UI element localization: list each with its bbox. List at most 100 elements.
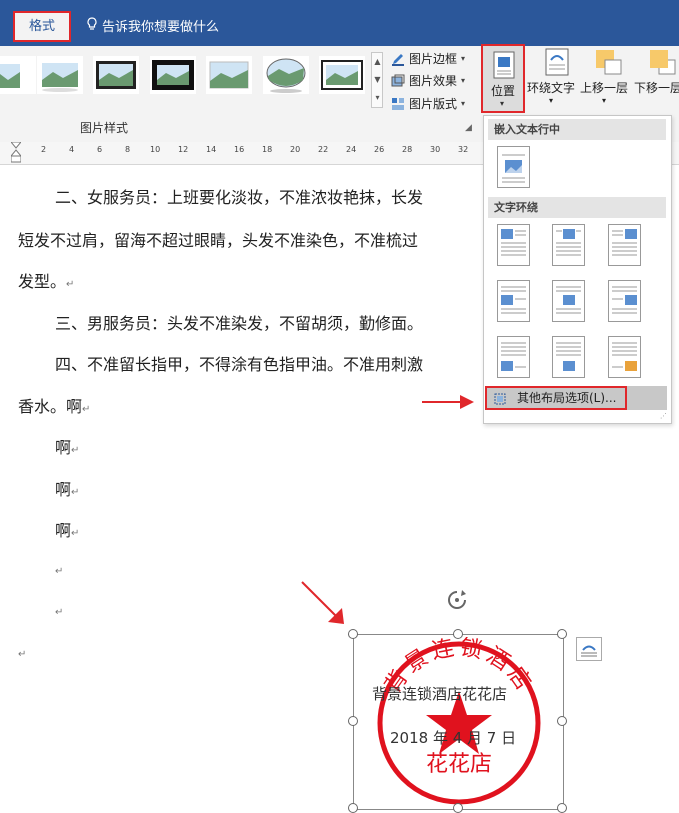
position-dropdown-panel: 嵌入文本行中 文字环绕 ⋰ — [483, 115, 672, 424]
image-caption-line1: 背景连锁酒店花花店 — [372, 685, 508, 703]
ruler-tick: 22 — [318, 145, 329, 154]
dropdown-arrow-icon: ▾ — [500, 99, 505, 108]
dropdown-arrow-icon: ▾ — [549, 96, 554, 105]
more-layout-options-item[interactable]: 其他布局选项(L)... — [485, 386, 627, 410]
doc-paragraph-line: 啊↵ — [55, 480, 80, 499]
resize-handle[interactable] — [557, 803, 567, 813]
resize-handle[interactable] — [348, 716, 358, 726]
wrap-text-label: 环绕文字 — [527, 81, 576, 95]
inline-position-option[interactable] — [497, 146, 530, 188]
ruler-tick: 26 — [374, 145, 385, 154]
resize-handle[interactable] — [557, 716, 567, 726]
resize-handle[interactable] — [453, 803, 463, 813]
bring-forward-label: 上移一层 — [580, 81, 629, 95]
picture-style-5[interactable] — [206, 56, 252, 94]
picture-border-button[interactable]: 图片边框 ▾ — [391, 50, 465, 67]
resize-handle[interactable] — [453, 629, 463, 639]
position-middle-left[interactable] — [497, 280, 530, 322]
picture-style-2[interactable] — [37, 56, 83, 94]
gallery-more-icon[interactable]: ▾ — [373, 89, 382, 106]
wrap-layout-icon — [581, 645, 597, 657]
paragraph-mark: ↵ — [66, 279, 75, 290]
tell-me-search[interactable]: 告诉我你想要做什么 — [86, 16, 219, 35]
bring-forward-button[interactable]: 上移一层 ▾ — [580, 48, 628, 105]
picture-style-1[interactable] — [0, 56, 36, 94]
doc-paragraph-line: 啊↵ — [55, 438, 80, 457]
send-backward-icon — [642, 48, 679, 79]
paragraph-mark: ↵ — [71, 445, 80, 456]
selected-image[interactable]: 背景连锁酒店 花花店 背景连锁酒店花花店 2018 年 4 月 7 日 — [348, 629, 567, 813]
paragraph-mark: ↵ — [55, 566, 64, 577]
position-button[interactable]: 位置 ▾ — [481, 44, 525, 113]
layout-options-icon — [493, 392, 507, 412]
position-label: 位置 — [490, 84, 515, 98]
send-backward-label: 下移一层 — [633, 81, 679, 95]
ruler-tick: 6 — [97, 145, 103, 154]
inline-with-text-header: 嵌入文本行中 — [488, 119, 666, 140]
position-middle-right[interactable] — [608, 280, 641, 322]
ruler-tick: 10 — [150, 145, 161, 154]
pencil-icon — [391, 52, 405, 66]
picture-effects-label: 图片效果 — [409, 74, 458, 88]
gallery-up-icon[interactable]: ▲ — [373, 53, 382, 70]
ruler-tick: 16 — [234, 145, 245, 154]
picture-style-4[interactable] — [150, 56, 196, 94]
paragraph-mark: ↵ — [71, 528, 80, 539]
position-top-left[interactable] — [497, 224, 530, 266]
doc-paragraph-line: 二、女服务员：上班要化淡妆，不准浓妆艳抹，长发 — [55, 188, 424, 207]
wrap-text-header: 文字环绕 — [488, 197, 666, 218]
rotate-handle-icon[interactable] — [445, 588, 469, 616]
effects-icon — [391, 74, 405, 88]
ruler-tick: 32 — [458, 145, 469, 154]
more-layout-options-label: 其他布局选项(L)... — [517, 391, 617, 405]
position-bottom-center[interactable] — [552, 336, 585, 378]
indent-marker-icon[interactable] — [9, 141, 23, 168]
ruler-tick: 12 — [178, 145, 189, 154]
resize-handle[interactable] — [348, 803, 358, 813]
position-middle-center[interactable] — [552, 280, 585, 322]
position-top-center[interactable] — [552, 224, 585, 266]
ruler-tick: 20 — [290, 145, 301, 154]
layout-options-button[interactable] — [576, 637, 602, 661]
ruler-tick: 14 — [206, 145, 217, 154]
ruler-tick: 28 — [402, 145, 413, 154]
doc-paragraph-line: 四、不准留长指甲，不得涂有色指甲油。不准用刺激 — [55, 355, 424, 374]
position-bottom-right[interactable] — [608, 336, 641, 378]
ruler-tick: 18 — [262, 145, 273, 154]
dropdown-arrow-icon: ▾ — [461, 54, 466, 63]
paragraph-mark: ↵ — [82, 404, 91, 415]
doc-paragraph-line: 发型。↵ — [18, 272, 75, 291]
paragraph-mark: ↵ — [55, 607, 64, 618]
picture-border-label: 图片边框 — [409, 52, 458, 66]
position-top-right[interactable] — [608, 224, 641, 266]
picture-effects-button[interactable]: 图片效果 ▾ — [391, 72, 465, 89]
dropdown-arrow-icon: ▾ — [602, 96, 607, 105]
lightbulb-icon — [86, 16, 98, 35]
resize-handle[interactable] — [557, 629, 567, 639]
picture-style-7[interactable] — [319, 56, 365, 94]
wrap-text-icon — [539, 48, 575, 79]
red-arrow-pointer — [422, 395, 474, 409]
resize-handle[interactable] — [348, 629, 358, 639]
tab-format[interactable]: 格式 — [13, 11, 71, 42]
picture-style-3[interactable] — [93, 56, 139, 94]
doc-paragraph-line: 香水。啊↵ — [18, 397, 91, 416]
send-backward-button[interactable]: 下移一层 — [632, 48, 679, 96]
position-bottom-left[interactable] — [497, 336, 530, 378]
red-seal-stamp: 背景连锁酒店 花花店 — [377, 637, 541, 805]
gallery-scrollbar[interactable]: ▲ ▼ ▾ — [371, 52, 383, 108]
dropdown-arrow-icon: ▾ — [461, 76, 466, 85]
ruler-tick: 4 — [69, 145, 75, 154]
picture-style-6[interactable] — [263, 56, 309, 94]
image-caption-line2: 2018 年 4 月 7 日 — [390, 729, 517, 747]
gallery-down-icon[interactable]: ▼ — [373, 71, 382, 88]
picture-layout-label: 图片版式 — [409, 97, 458, 111]
ruler-tick: 30 — [430, 145, 441, 154]
resize-grip-icon[interactable]: ⋰ — [660, 412, 667, 420]
doc-paragraph-line: 三、男服务员：头发不准染发，不留胡须，勤修面。 — [55, 314, 424, 333]
picture-layout-button[interactable]: 图片版式 ▾ — [391, 95, 465, 112]
paragraph-mark: ↵ — [18, 649, 27, 660]
ruler-tick: 2 — [41, 145, 47, 154]
wrap-text-button[interactable]: 环绕文字 ▾ — [527, 48, 575, 105]
dialog-launcher-icon[interactable]: ◢ — [465, 123, 472, 133]
